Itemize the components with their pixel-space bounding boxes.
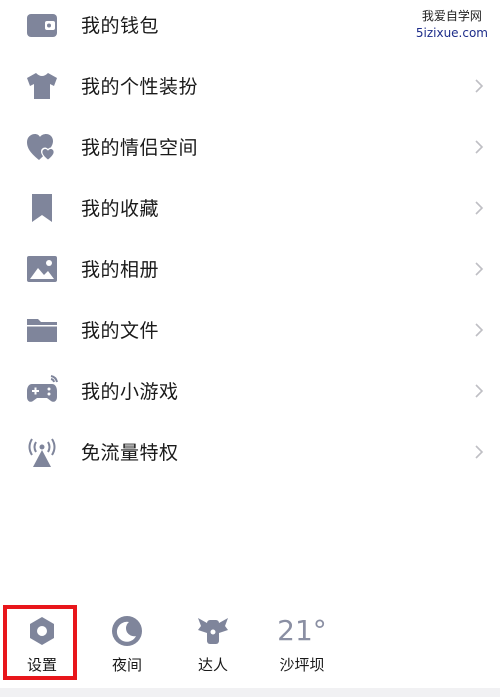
settings-highlight-box — [3, 605, 77, 680]
side-menu: 我的钱包 我的个性装扮 我的情侣空间 我的收藏 我的相册 我的文件 我的小游戏 … — [0, 0, 500, 482]
menu-item-label: 我的情侣空间 — [81, 137, 199, 159]
wallet-icon — [24, 7, 60, 43]
menu-item-label: 我的个性装扮 — [81, 76, 199, 98]
chevron-right-icon — [474, 139, 484, 155]
tshirt-icon — [24, 68, 60, 104]
photo-icon — [24, 251, 60, 287]
menu-item-label: 我的文件 — [81, 320, 160, 342]
menu-item-label: 我的小游戏 — [81, 381, 179, 403]
menu-item-personal-dressup[interactable]: 我的个性装扮 — [0, 55, 500, 116]
menu-item-album[interactable]: 我的相册 — [0, 238, 500, 299]
menu-item-wallet[interactable]: 我的钱包 — [0, 0, 500, 55]
bottom-divider — [0, 688, 500, 697]
hearts-icon — [24, 129, 60, 165]
menu-item-label: 我的钱包 — [81, 15, 160, 37]
bookmark-icon — [24, 190, 60, 226]
menu-item-favorites[interactable]: 我的收藏 — [0, 177, 500, 238]
menu-item-mini-games[interactable]: 我的小游戏 — [0, 360, 500, 421]
weather-temperature: 21° — [277, 614, 327, 647]
expert-label: 达人 — [197, 656, 228, 674]
weather-city-label: 沙坪坝 — [279, 656, 325, 674]
weather-button[interactable]: 21° 沙坪坝 — [262, 612, 342, 675]
night-mode-label: 夜间 — [111, 656, 142, 674]
chevron-right-icon — [474, 383, 484, 399]
chevron-right-icon — [474, 78, 484, 94]
menu-item-label: 我的收藏 — [81, 198, 160, 220]
gamepad-icon — [24, 373, 60, 409]
chevron-right-icon — [474, 200, 484, 216]
moon-icon — [87, 612, 167, 650]
night-mode-button[interactable]: 夜间 — [87, 612, 167, 675]
menu-item-free-data[interactable]: 免流量特权 — [0, 421, 500, 482]
menu-item-couple-space[interactable]: 我的情侣空间 — [0, 116, 500, 177]
signal-tower-icon — [24, 434, 60, 470]
folder-icon — [24, 312, 60, 348]
chevron-right-icon — [474, 261, 484, 277]
menu-item-label: 免流量特权 — [81, 442, 179, 464]
menu-item-files[interactable]: 我的文件 — [0, 299, 500, 360]
chevron-right-icon — [474, 444, 484, 460]
winged-badge-icon — [173, 612, 253, 650]
menu-item-label: 我的相册 — [81, 259, 160, 281]
chevron-right-icon — [474, 322, 484, 338]
expert-button[interactable]: 达人 — [173, 612, 253, 675]
